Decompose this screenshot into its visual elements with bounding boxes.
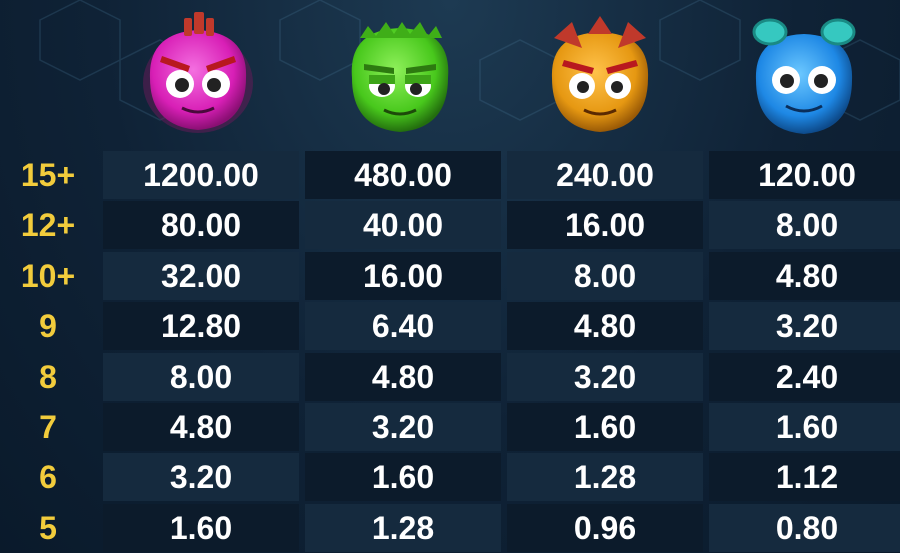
payout-value: 1.28 [371, 509, 435, 546]
paytable-row: 6 3.20 1.60 1.28 1.12 [0, 452, 900, 502]
payout-value: 16.00 [362, 257, 444, 294]
payout-value: 4.80 [371, 358, 435, 395]
symbol-header [100, 0, 900, 150]
payout-value: 1.60 [371, 459, 435, 496]
paytable-row: 7 4.80 3.20 1.60 1.60 [0, 402, 900, 452]
green-monster-icon [330, 8, 470, 143]
blue-monster-icon [734, 8, 874, 143]
payout-value: 2.40 [775, 358, 839, 395]
orange-monster-icon [530, 8, 670, 143]
payout-value: 1.60 [169, 509, 233, 546]
symbol-count-label: 10+ [20, 257, 76, 294]
payout-value: 8.00 [775, 207, 839, 244]
payout-value: 1200.00 [143, 157, 259, 193]
paytable-row: 15+ 1200.00 480.00 240.00 120.00 [0, 150, 900, 200]
paytable-row: 9 12.80 6.40 4.80 3.20 [0, 301, 900, 351]
payout-value: 1.12 [775, 459, 839, 496]
payout-value: 3.20 [169, 459, 233, 496]
symbol-count-label: 15+ [20, 157, 76, 193]
payout-value: 120.00 [758, 157, 856, 193]
paytable-row: 10+ 32.00 16.00 8.00 4.80 [0, 251, 900, 301]
payout-value: 0.80 [775, 509, 839, 546]
payout-value: 4.80 [573, 308, 637, 345]
symbol-count-label: 6 [39, 459, 57, 496]
payout-value: 40.00 [362, 207, 444, 244]
symbol-count-label: 8 [39, 358, 57, 395]
payout-value: 32.00 [160, 257, 242, 294]
payout-value: 3.20 [573, 358, 637, 395]
payout-value: 240.00 [556, 157, 654, 193]
payout-value: 16.00 [564, 207, 646, 244]
paytable-row: 5 1.60 1.28 0.96 0.80 [0, 503, 900, 553]
payout-value: 8.00 [573, 257, 637, 294]
paytable-row: 8 8.00 4.80 3.20 2.40 [0, 352, 900, 402]
paytable: 15+ 1200.00 480.00 240.00 120.00 12+ 80.00 40.0… [0, 150, 900, 553]
payout-value: 0.96 [573, 509, 637, 546]
payout-value: 6.40 [371, 308, 435, 345]
symbol-count-label: 5 [39, 509, 57, 546]
payout-value: 1.60 [573, 409, 637, 445]
payout-value: 480.00 [354, 157, 452, 193]
symbol-count-label: 9 [39, 308, 57, 345]
payout-value: 4.80 [775, 257, 839, 294]
payout-value: 4.80 [169, 409, 233, 445]
payout-value: 3.20 [371, 409, 435, 445]
payout-value: 1.60 [775, 409, 839, 445]
paytable-row: 12+ 80.00 40.00 16.00 8.00 [0, 200, 900, 250]
pink-monster-icon [128, 8, 268, 143]
payout-value: 12.80 [160, 308, 242, 345]
symbol-count-label: 7 [39, 409, 57, 445]
symbol-count-label: 12+ [20, 207, 76, 244]
payout-value: 3.20 [775, 308, 839, 345]
payout-value: 8.00 [169, 358, 233, 395]
payout-value: 1.28 [573, 459, 637, 496]
payout-value: 80.00 [160, 207, 242, 244]
